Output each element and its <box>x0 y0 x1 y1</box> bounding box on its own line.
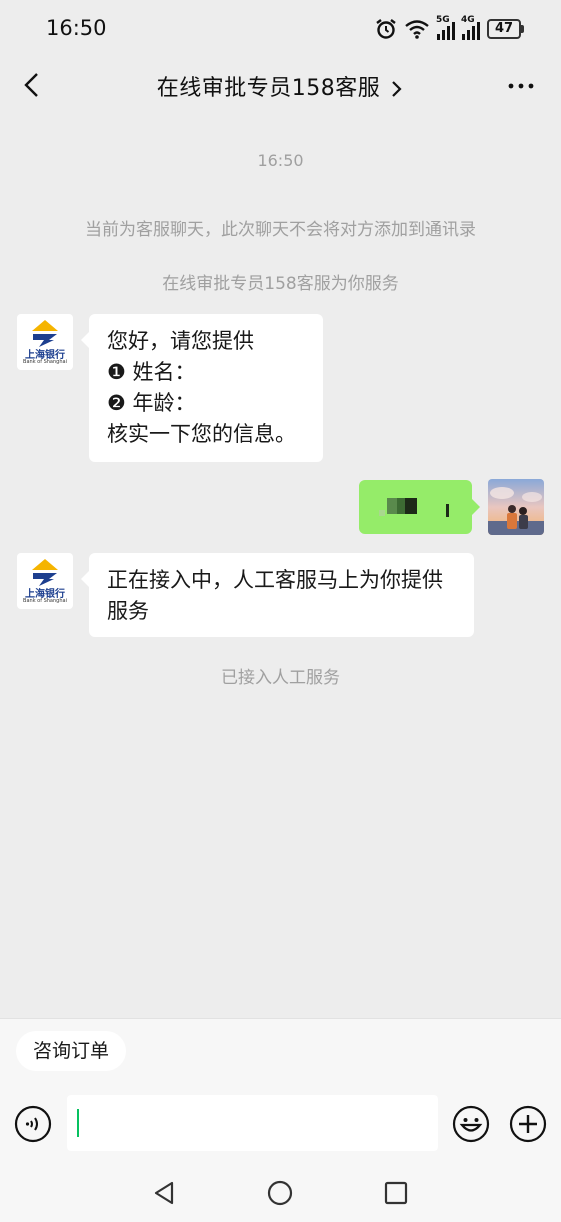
chevron-right-icon[interactable] <box>390 78 404 100</box>
message-input[interactable] <box>67 1095 438 1151</box>
message-line: 您好，请您提供 <box>107 329 254 353</box>
system-navigation-bar <box>0 1169 561 1222</box>
chat-title-text[interactable]: 在线审批专员158客服 <box>157 76 381 101</box>
agent-avatar[interactable]: 上海银行 Bank of Shanghai <box>17 314 73 370</box>
nav-home-circle-icon[interactable] <box>266 1179 294 1207</box>
voice-input-icon[interactable] <box>14 1105 52 1143</box>
chat-header: 在线审批专员158客服 <box>0 58 561 116</box>
nav-back-triangle-icon[interactable] <box>150 1179 178 1207</box>
incoming-message-bubble[interactable]: 您好，请您提供 ❶ 姓名： ❷ 年龄： 核实一下您的信息。 <box>81 314 323 462</box>
emoji-icon[interactable] <box>452 1105 490 1143</box>
signal-4g-icon: 4G <box>461 15 480 40</box>
system-notice-connected: 已接入人工服务 <box>221 668 340 688</box>
bank-name-en: Bank of Shanghai <box>23 359 67 365</box>
message-line: ❶ 姓名： <box>107 360 196 384</box>
user-avatar[interactable] <box>488 479 544 535</box>
system-notice-service: 在线审批专员158客服为你服务 <box>162 274 399 294</box>
more-icon[interactable] <box>507 76 535 96</box>
alarm-icon <box>376 19 396 39</box>
message-line: ❷ 年龄： <box>107 391 196 415</box>
couple-sunset-avatar-icon <box>488 479 544 535</box>
quick-reply-chip[interactable]: 咨询订单 <box>16 1031 127 1071</box>
status-time: 16:50 <box>46 16 107 40</box>
text-caret <box>77 1109 79 1137</box>
outgoing-message-bubble[interactable] <box>359 480 480 534</box>
bank-name-en: Bank of Shanghai <box>23 598 67 604</box>
incoming-message-bubble[interactable]: 正在接入中，人工客服马上为你提供服务 <box>81 553 474 637</box>
message-text: 正在接入中，人工客服马上为你提供服务 <box>107 568 443 623</box>
chat-title[interactable]: 在线审批专员158客服 <box>0 70 561 102</box>
wifi-icon <box>405 20 429 39</box>
message-line: 核实一下您的信息。 <box>107 422 296 446</box>
pixelated-message-content <box>379 498 449 517</box>
agent-avatar[interactable]: 上海银行 Bank of Shanghai <box>17 553 73 609</box>
status-bar: 16:50 5G 4G 47 <box>0 0 561 58</box>
add-more-icon[interactable] <box>509 1105 547 1143</box>
bank-of-shanghai-logo-icon <box>32 559 58 586</box>
status-icons: 5G 4G 47 <box>375 15 524 42</box>
system-notice-contacts: 当前为客服聊天，此次聊天不会将对方添加到通讯录 <box>85 220 476 240</box>
nav-recents-square-icon[interactable] <box>382 1179 410 1207</box>
signal-5g-icon: 5G <box>436 15 455 40</box>
battery-icon: 47 <box>487 19 524 39</box>
bank-of-shanghai-logo-icon <box>32 320 58 347</box>
input-panel: 咨询订单 <box>0 1018 561 1222</box>
chat-timestamp: 16:50 <box>257 151 304 170</box>
